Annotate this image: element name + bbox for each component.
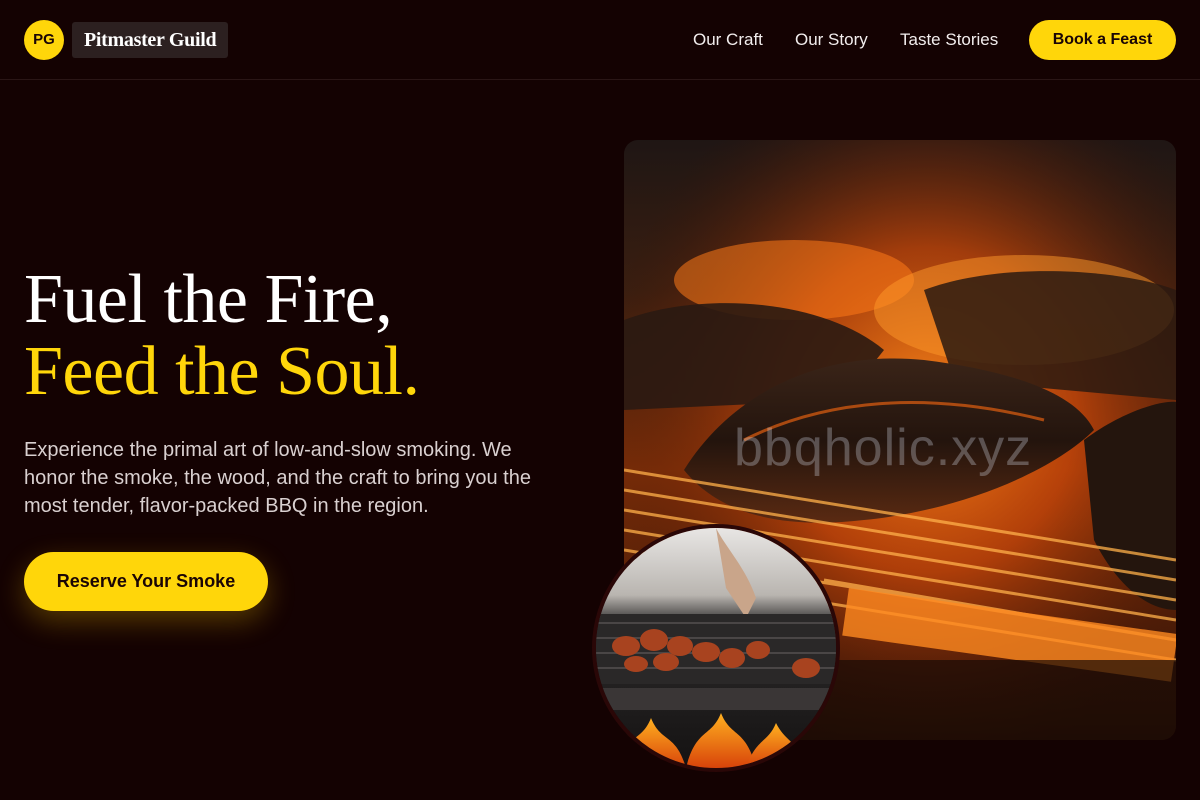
skewers-photo-illustration bbox=[596, 528, 836, 768]
hero-headline: Fuel the Fire, Feed the Soul. bbox=[24, 261, 420, 410]
watermark-text: bbqholic.xyz bbox=[734, 419, 1033, 477]
brand-name[interactable]: Pitmaster Guild bbox=[72, 22, 229, 58]
nav-taste-stories[interactable]: Taste Stories bbox=[900, 28, 998, 52]
site-header: PG Pitmaster Guild Our Craft Our Story T… bbox=[0, 0, 1200, 80]
reserve-smoke-button[interactable]: Reserve Your Smoke bbox=[24, 552, 268, 611]
hero-description: Experience the primal art of low-and-slo… bbox=[24, 439, 531, 517]
headline-line-1: Fuel the Fire, bbox=[24, 261, 393, 338]
nav-our-story[interactable]: Our Story bbox=[795, 28, 868, 52]
headline-line-2: Feed the Soul. bbox=[24, 333, 420, 410]
logo-badge[interactable]: PG bbox=[24, 20, 64, 60]
hero-skewers-image bbox=[592, 524, 840, 772]
nav-our-craft[interactable]: Our Craft bbox=[693, 28, 763, 52]
book-feast-button[interactable]: Book a Feast bbox=[1029, 20, 1176, 60]
